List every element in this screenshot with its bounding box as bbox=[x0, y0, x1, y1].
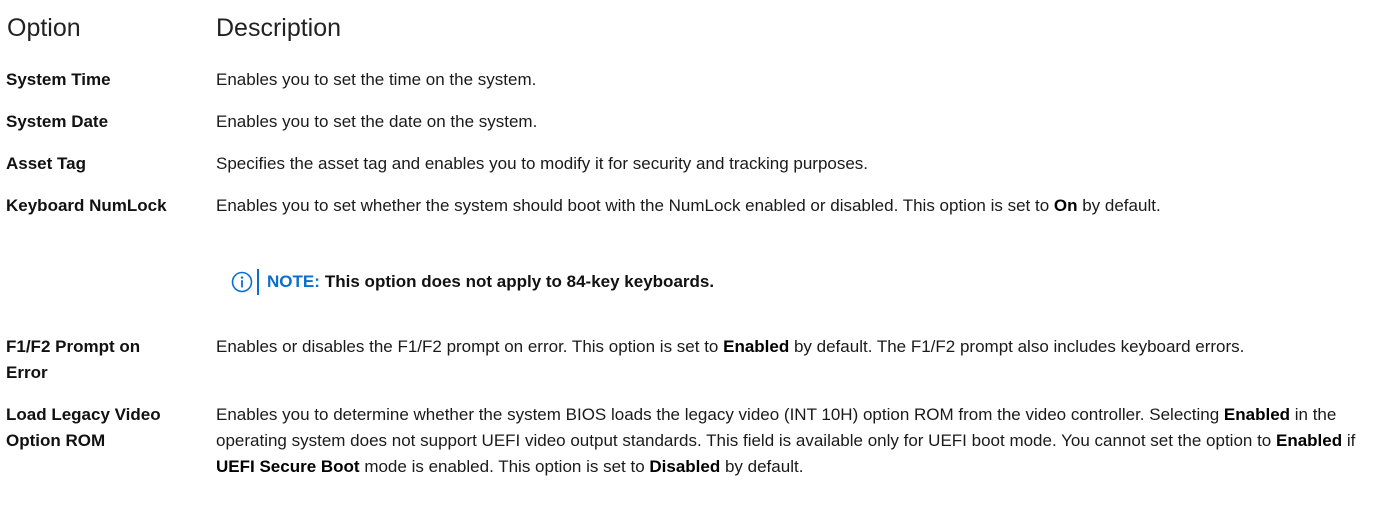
note-divider bbox=[257, 269, 259, 295]
header-description: Description bbox=[216, 14, 342, 42]
option-name-line: Option ROM bbox=[6, 431, 106, 450]
note-label: NOTE: bbox=[267, 272, 320, 291]
option-name-line: Load Legacy Video bbox=[6, 405, 161, 424]
option-description: Enables or disables the F1/F2 prompt on … bbox=[216, 334, 1396, 360]
desc-text: Enables you to set whether the system sh… bbox=[216, 196, 1054, 215]
option-name: Asset Tag bbox=[6, 154, 86, 173]
option-name: F1/F2 Prompt on Error bbox=[6, 334, 206, 386]
desc-value: Enabled bbox=[1275, 431, 1343, 450]
desc-text: if bbox=[1342, 431, 1356, 450]
desc-text: mode is enabled. This option is set to bbox=[359, 457, 650, 476]
option-name: Load Legacy Video Option ROM bbox=[6, 402, 206, 454]
desc-value: Enabled bbox=[723, 337, 790, 356]
option-description: Enables you to set whether the system sh… bbox=[216, 193, 1396, 219]
option-name-line: F1/F2 Prompt on bbox=[6, 337, 141, 356]
desc-text: by default. The F1/F2 prompt also includ… bbox=[789, 337, 1245, 356]
note-callout: NOTE: This option does not apply to 84-k… bbox=[231, 269, 714, 295]
option-description: Enables you to set the time on the syste… bbox=[216, 70, 537, 89]
header-option: Option bbox=[7, 14, 81, 42]
option-name-line: Error bbox=[6, 363, 48, 382]
desc-value: Enabled bbox=[1223, 405, 1291, 424]
desc-value: On bbox=[1053, 196, 1078, 215]
desc-text: Enables you to determine whether the sys… bbox=[216, 405, 1224, 424]
option-name: System Time bbox=[6, 70, 111, 89]
option-name: System Date bbox=[6, 112, 109, 131]
option-description: Specifies the asset tag and enables you … bbox=[216, 154, 869, 173]
option-name: Keyboard NumLock bbox=[6, 196, 167, 215]
desc-text: by default. bbox=[1077, 196, 1161, 215]
desc-text: by default. bbox=[720, 457, 804, 476]
note-text: This option does not apply to 84-key key… bbox=[324, 272, 715, 291]
option-description: Enables you to determine whether the sys… bbox=[216, 402, 1396, 480]
desc-text: Enables or disables the F1/F2 prompt on … bbox=[216, 337, 724, 356]
info-icon bbox=[231, 271, 253, 293]
desc-value: Disabled bbox=[649, 457, 721, 476]
desc-value: UEFI Secure Boot bbox=[216, 457, 360, 476]
option-description: Enables you to set the date on the syste… bbox=[216, 112, 538, 131]
